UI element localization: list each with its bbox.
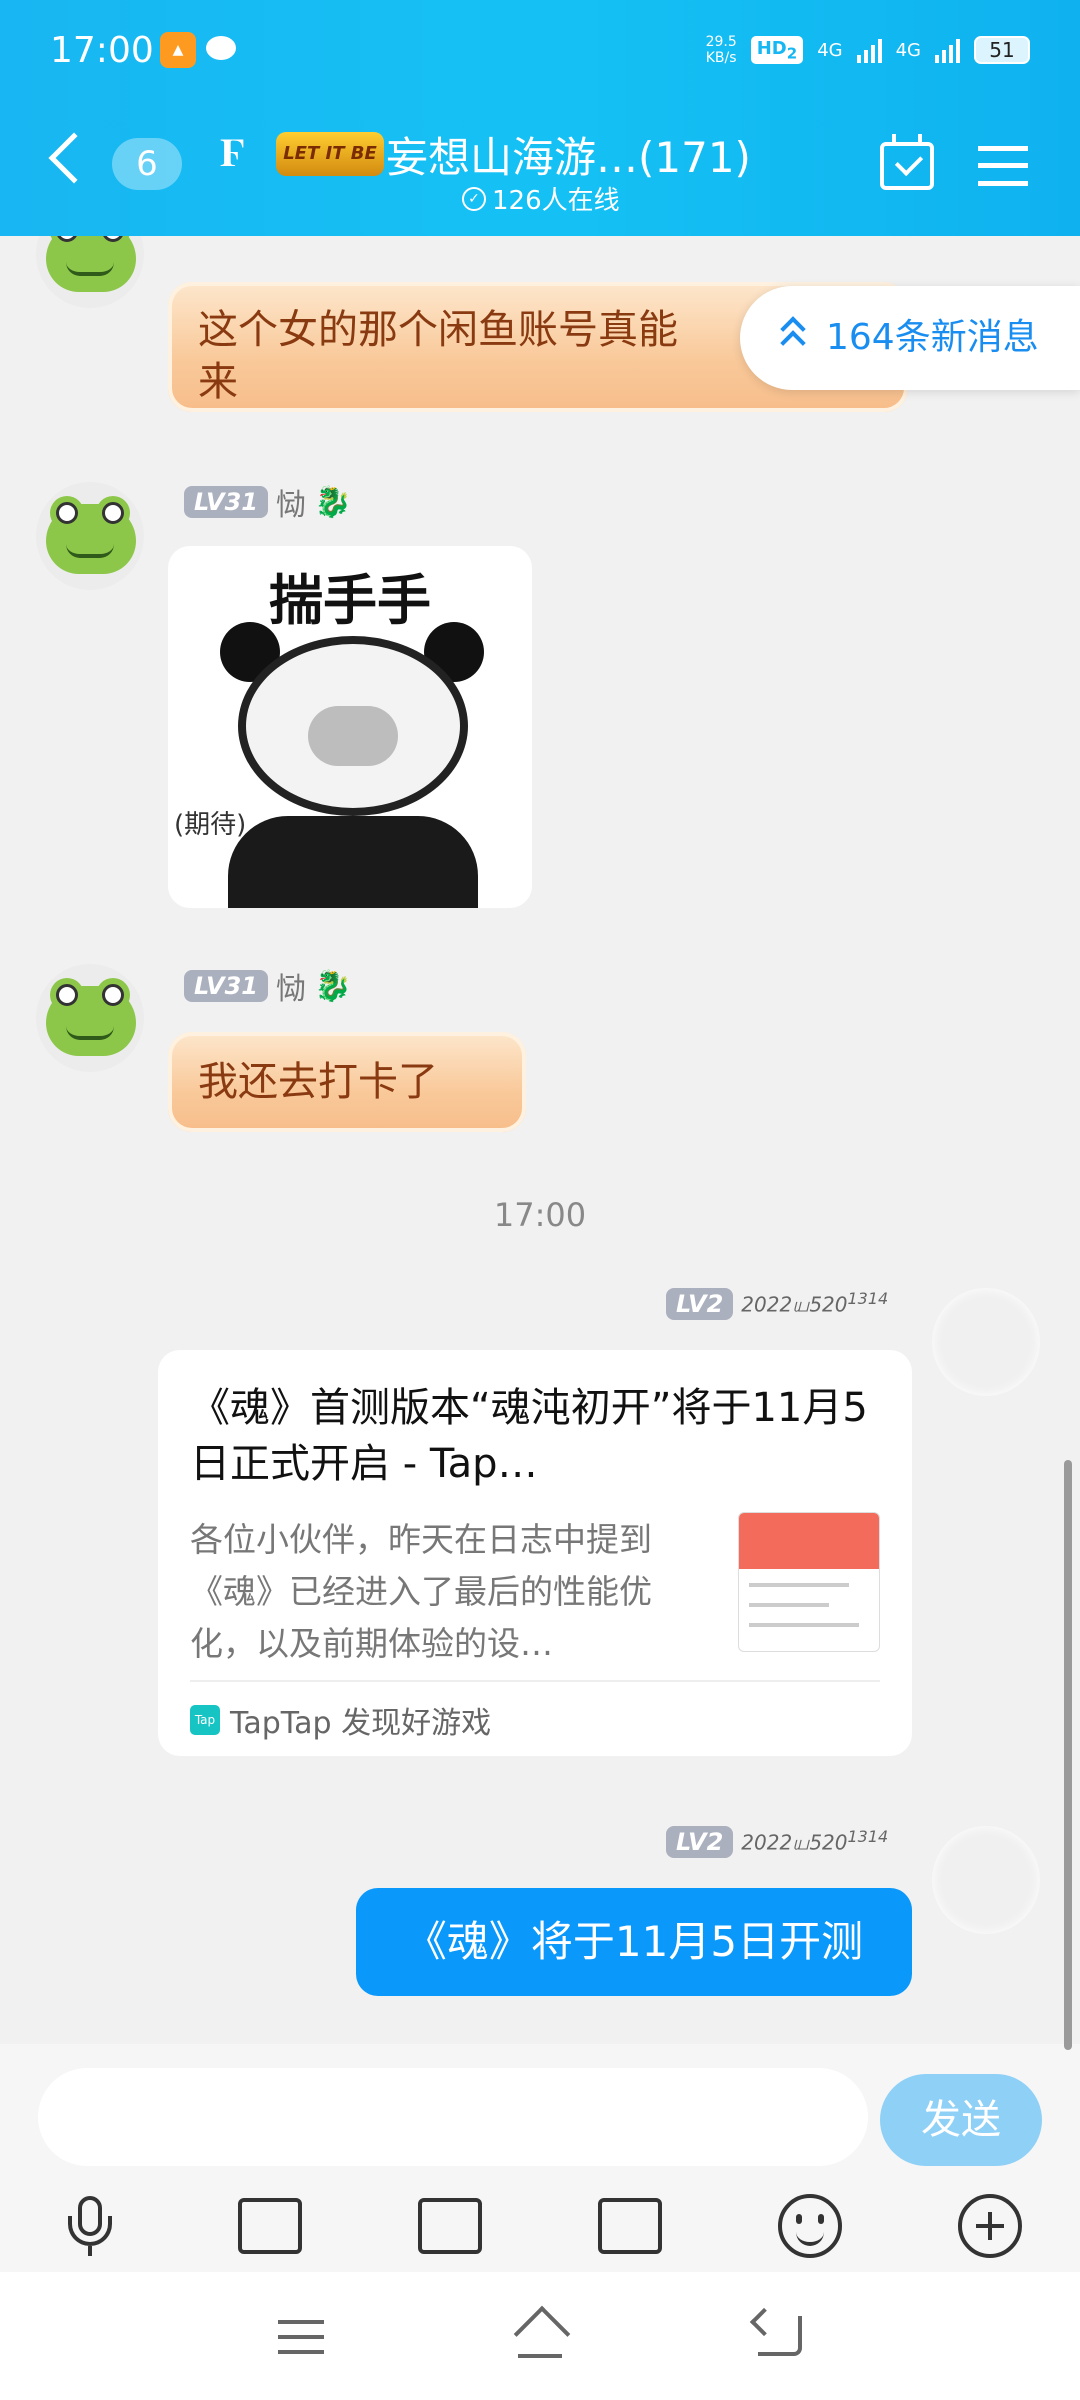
chat-header: 17:00 ▲ 29.5 KB/s HD2 4G 4G 51 6 𝟊 LET I… xyxy=(0,0,1080,236)
system-back-icon[interactable] xyxy=(758,2316,802,2356)
home-icon[interactable] xyxy=(514,2308,566,2360)
ear-icon[interactable]: 𝟊 xyxy=(220,130,244,176)
emoji-icon[interactable] xyxy=(778,2194,842,2258)
signal-icon xyxy=(856,37,882,63)
app-notification-icon: ▲ xyxy=(160,32,196,68)
level-badge: LV2 xyxy=(666,1826,734,1858)
chat-nav-bar: 6 𝟊 LET IT BE 妄想山海游…(171) ✓ 126人在线 xyxy=(0,110,1080,220)
avatar[interactable] xyxy=(36,482,144,590)
link-source: Tap TapTap 发现好游戏 xyxy=(190,1698,491,1742)
self-meta: LV2 2022ய5201314 xyxy=(666,1826,888,1858)
link-share-card[interactable]: 《魂》首测版本“魂沌初开”将于11月5日正式开启 - Tap… 各位小伙伴，昨天… xyxy=(158,1350,912,1756)
double-up-arrow-icon xyxy=(778,316,808,356)
link-title: 《魂》首测版本“魂沌初开”将于11月5日正式开启 - Tap… xyxy=(190,1385,868,1487)
status-bar: 17:00 ▲ 29.5 KB/s HD2 4G 4G 51 xyxy=(0,22,1080,82)
signal-icon-2 xyxy=(935,37,960,63)
hd-icon: HD2 xyxy=(750,35,804,65)
message-notification-icon xyxy=(206,36,236,60)
self-message-bubble[interactable]: 《魂》将于11月5日开测 xyxy=(356,1888,912,1996)
battery-icon: 51 xyxy=(974,36,1030,64)
recent-apps-icon[interactable] xyxy=(278,2320,324,2354)
network-speed: 29.5 KB/s xyxy=(705,34,737,66)
camera-icon[interactable] xyxy=(418,2198,482,2254)
chat-message-list[interactable]: 这个女的那个闲鱼账号真能 来 LV31 恸 🐉 揣手手 (期待) LV31 恸 … xyxy=(0,236,1080,2044)
sticker-note: (期待) xyxy=(174,810,247,840)
frog-avatar-icon xyxy=(36,482,144,590)
network-label-1: 4G xyxy=(817,39,843,61)
frog-avatar-icon xyxy=(36,236,144,308)
network-label-2: 4G xyxy=(895,39,921,61)
sender-meta: LV31 恸 🐉 xyxy=(184,964,351,1008)
message-bubble[interactable]: 我还去打卡了 xyxy=(168,1032,526,1132)
unread-count-badge[interactable]: 6 xyxy=(112,138,182,190)
level-badge: LV31 xyxy=(184,970,268,1002)
sticker-image[interactable]: 揣手手 (期待) xyxy=(168,546,532,908)
group-title[interactable]: 妄想山海游…(171) xyxy=(386,124,751,185)
title-tag: 2022ய5201314 xyxy=(741,1826,889,1855)
level-badge: LV31 xyxy=(184,486,268,518)
new-messages-button[interactable]: 164条新消息 xyxy=(740,286,1080,390)
input-area: 发送 xyxy=(0,2044,1080,2272)
frog-avatar-icon xyxy=(36,964,144,1072)
microphone-icon[interactable] xyxy=(58,2194,122,2258)
calendar-check-icon[interactable] xyxy=(880,134,934,190)
level-badge: LV2 xyxy=(666,1288,734,1320)
send-button[interactable]: 发送 xyxy=(880,2074,1042,2166)
sender-meta: LV31 恸 🐉 xyxy=(184,480,351,524)
dragon-badge-icon: 🐉 xyxy=(313,484,352,520)
avatar[interactable] xyxy=(36,236,144,308)
link-thumbnail xyxy=(738,1512,880,1652)
red-packet-icon[interactable] xyxy=(598,2198,662,2254)
online-check-icon: ✓ xyxy=(462,186,486,211)
plus-icon[interactable] xyxy=(958,2194,1022,2258)
dragon-badge-icon: 🐉 xyxy=(313,968,352,1004)
self-avatar[interactable] xyxy=(932,1288,1040,1396)
back-arrow-icon[interactable] xyxy=(48,132,100,184)
system-navigation-bar xyxy=(0,2272,1080,2400)
input-toolbar xyxy=(0,2174,1080,2274)
status-indicators: 29.5 KB/s HD2 4G 4G 51 xyxy=(706,34,1030,66)
sender-nickname[interactable]: 恸 xyxy=(276,480,306,524)
sticker-caption: 揣手手 xyxy=(269,569,431,632)
avatar[interactable] xyxy=(36,964,144,1072)
status-time: 17:00 xyxy=(50,30,154,71)
taptap-logo-icon: Tap xyxy=(190,1705,220,1735)
link-description: 各位小伙伴，昨天在日志中提到《魂》已经进入了最后的性能优化，以及前期体验的设… xyxy=(190,1520,652,1663)
sender-nickname[interactable]: 恸 xyxy=(276,964,306,1008)
image-icon[interactable] xyxy=(238,2198,302,2254)
time-separator: 17:00 xyxy=(493,1196,587,1234)
self-meta: LV2 2022ய5201314 xyxy=(666,1288,888,1320)
title-tag: 2022ய5201314 xyxy=(741,1288,889,1317)
menu-icon[interactable] xyxy=(978,146,1028,186)
online-count[interactable]: ✓ 126人在线 xyxy=(462,180,620,217)
scrollbar[interactable] xyxy=(1064,1460,1072,2050)
message-input[interactable] xyxy=(38,2068,868,2166)
group-logo: LET IT BE xyxy=(276,132,384,176)
self-avatar[interactable] xyxy=(932,1826,1040,1934)
